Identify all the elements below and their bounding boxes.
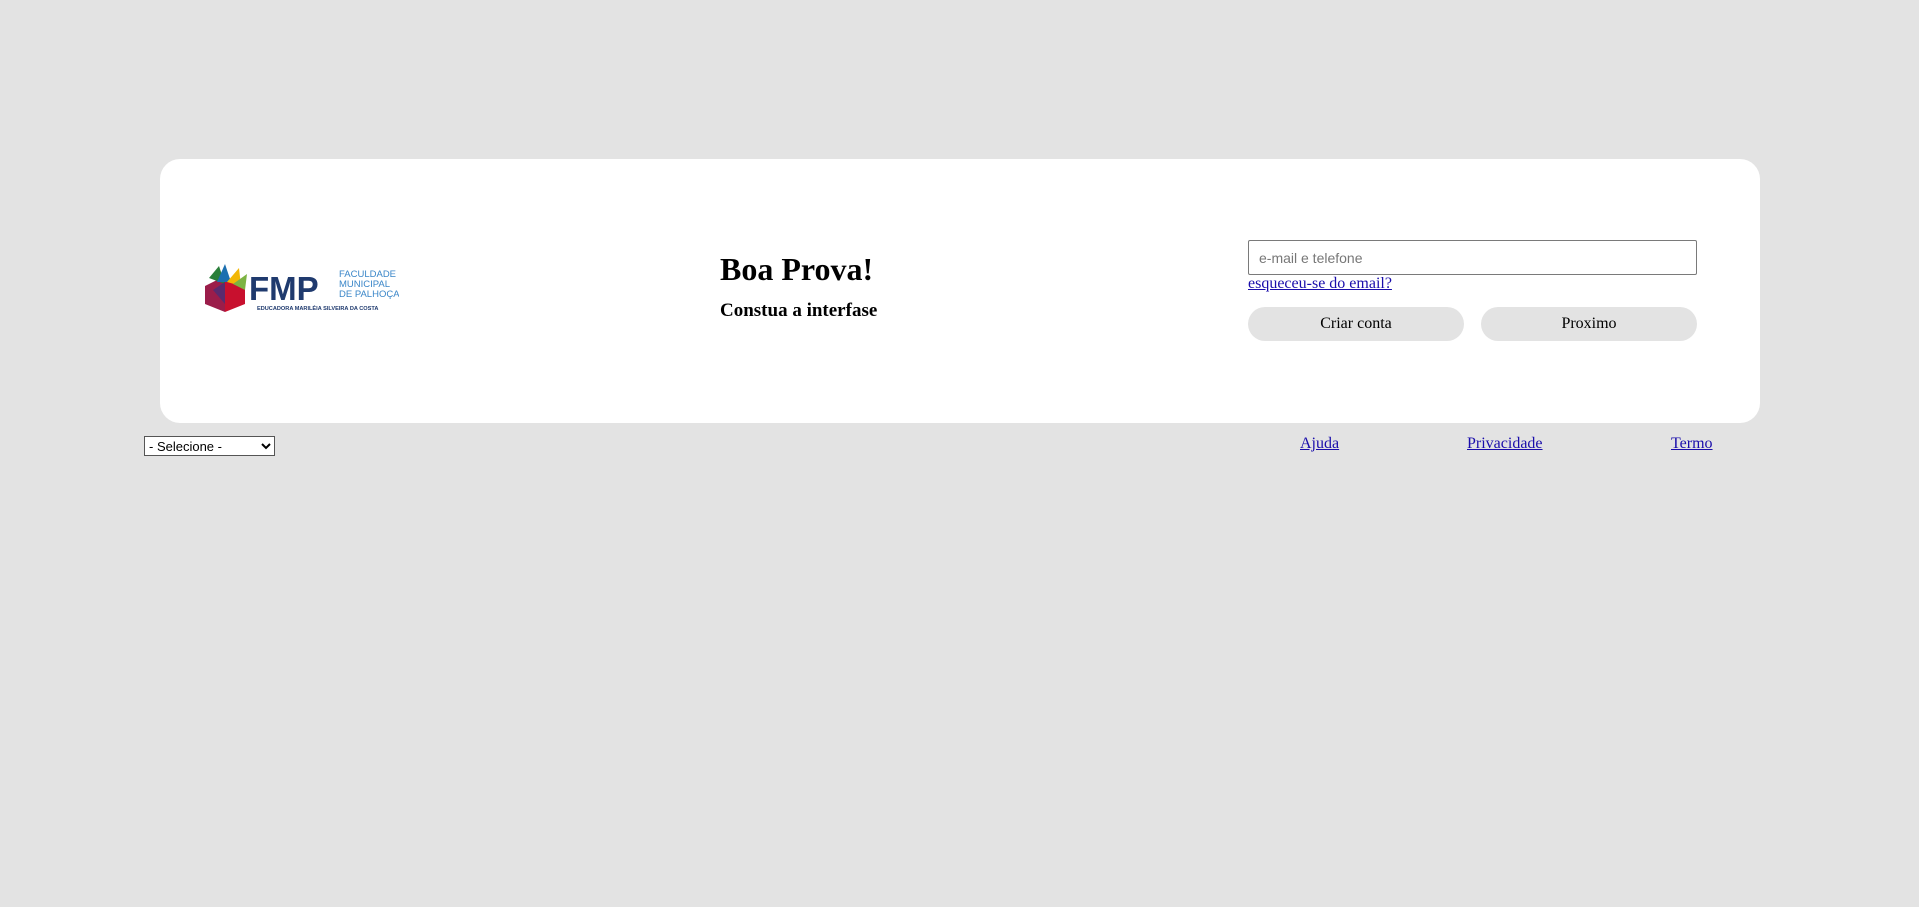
page-subtitle: Constua a interfase — [720, 300, 878, 321]
terms-link[interactable]: Termo — [1671, 435, 1713, 453]
logo-tagline: EDUCADORA MARILÉIA SILVEIRA DA COSTA — [257, 304, 378, 312]
welcome-block: Boa Prova! Constua a interfase — [720, 251, 877, 322]
fmp-logo: FMP FACULDADE MUNICIPAL DE PALHOÇA EDUCA… — [203, 264, 399, 314]
help-link[interactable]: Ajuda — [1300, 435, 1339, 453]
login-card: FMP FACULDADE MUNICIPAL DE PALHOÇA EDUCA… — [160, 159, 1760, 423]
next-button[interactable]: Proximo — [1481, 307, 1697, 341]
forgot-email-link[interactable]: esqueceu-se do email? — [1248, 275, 1392, 293]
privacy-link[interactable]: Privacidade — [1467, 435, 1543, 453]
login-buttons: Criar conta Proximo — [1248, 307, 1697, 341]
email-phone-input[interactable] — [1248, 240, 1697, 275]
logo-name-line3: DE PALHOÇA — [339, 289, 399, 300]
create-account-button[interactable]: Criar conta — [1248, 307, 1464, 341]
fmp-logo-graphic: FMP FACULDADE MUNICIPAL DE PALHOÇA EDUCA… — [205, 264, 399, 312]
language-select[interactable]: - Selecione - — [144, 436, 275, 456]
page-title: Boa Prova! — [720, 251, 874, 287]
logo-acronym: FMP — [249, 270, 319, 307]
login-form: esqueceu-se do email? Criar conta Proxim… — [1248, 240, 1697, 341]
